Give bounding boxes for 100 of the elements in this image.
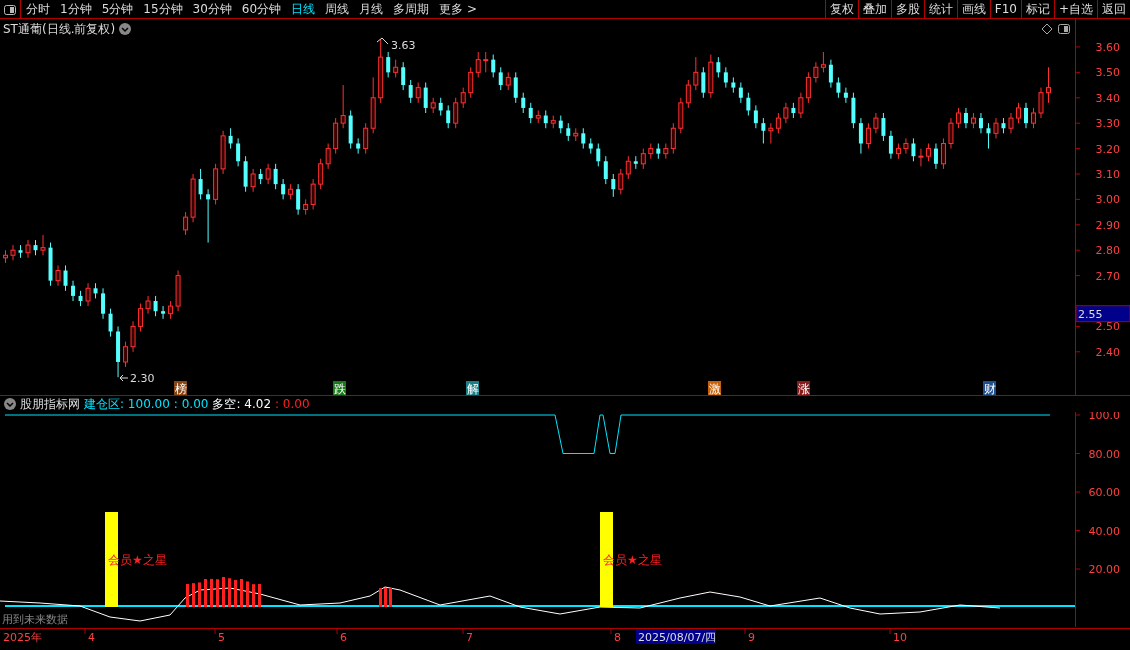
period-tab[interactable]: 多周期 [388,0,435,18]
date-label: 8 [614,631,621,644]
event-marker[interactable]: 涨 [797,381,810,395]
candlestick [865,122,871,150]
candlestick [325,142,331,170]
candlestick [828,59,833,89]
candlestick [25,239,31,259]
axis-label: 3.30 [1095,117,1120,131]
candlestick [798,92,804,119]
candlestick [963,107,968,129]
toolbar-button[interactable]: 统计 [923,0,957,18]
period-tab[interactable]: 5分钟 [96,0,139,18]
panel-toggle-icon[interactable] [4,4,16,15]
candlestick [468,66,474,99]
period-tab[interactable]: 1分钟 [55,0,97,18]
candlestick [768,122,774,144]
event-marker[interactable]: 解 [466,381,479,395]
candlestick [625,155,631,180]
candlestick [640,148,646,170]
candlestick [108,308,113,338]
candlestick [423,82,428,114]
candlestick [596,142,601,167]
axis-label: 40.00 [1088,524,1120,538]
candlestick [85,282,91,307]
period-tab[interactable]: 30分钟 [187,0,237,18]
candlestick [1030,107,1036,129]
candlestick [978,112,983,134]
date-label: 7 [466,631,473,644]
candlestick [101,287,106,320]
candlestick [940,137,946,170]
candlestick [881,112,886,142]
toolbar-button[interactable]: 标记 [1020,0,1054,18]
axis-label: 3.60 [1095,40,1120,54]
cursor-date-tag: 2025/08/07/四 [636,629,717,644]
axis-label: 60.00 [1088,486,1120,499]
event-marker[interactable]: 激 [708,381,721,395]
candlestick [363,122,369,155]
event-marker[interactable]: 财 [983,381,996,395]
candlestick [813,61,819,84]
chart-title: ST通葡(日线.前复权) [3,22,116,36]
toolbar-button[interactable]: 画线 [956,0,990,18]
event-marker[interactable]: 跌 [333,381,346,395]
toolbar-button[interactable]: 叠加 [857,0,891,18]
period-tab[interactable]: 月线 [354,0,389,18]
dropdown-icon[interactable] [4,398,16,410]
date-label: 5 [218,631,225,644]
candlestick [475,51,481,78]
candlestick [483,51,489,73]
candlestick [955,107,961,129]
indicator-name: 股朋指标网 [20,395,80,413]
candlestick [783,102,789,124]
candlestick [130,320,136,353]
axis-label: 3.00 [1095,193,1120,207]
candlestick [873,112,879,134]
candlestick [1015,102,1021,124]
axis-label: 3.10 [1095,167,1120,181]
period-tab[interactable]: 周线 [320,0,355,18]
toolbar-button[interactable]: 多股 [890,0,924,18]
candlestick [911,137,916,162]
event-marker[interactable]: 榜 [174,381,187,395]
candlestick [161,305,166,320]
period-tab[interactable]: 日线 [286,0,321,18]
candlestick [123,341,129,368]
period-tab[interactable]: 分时 [21,0,55,18]
candlestick [250,168,256,193]
period-tab[interactable]: 更多 > [434,0,482,18]
period-tab[interactable]: 15分钟 [138,0,188,18]
candlestick [948,117,954,150]
toolbar-button[interactable]: 返回 [1097,0,1130,18]
period-tab[interactable]: 60分钟 [236,0,287,18]
candlestick [805,71,811,104]
candlestick [820,51,826,73]
candlestick [603,155,608,185]
candlestick [918,148,924,167]
candlestick [401,61,406,91]
candlestick [528,102,533,124]
candlestick [670,122,676,155]
candlestick [903,137,909,155]
candlestick [310,178,316,211]
candlestick [273,163,278,190]
candlestick [340,84,346,129]
candlestick [1038,87,1044,119]
candlestick [716,56,721,78]
candlestick [415,82,421,104]
toolbar-button[interactable]: 复权 [824,0,858,18]
toolbar-button[interactable]: +自选 [1053,0,1097,18]
candlestick [775,112,781,134]
date-label: 9 [748,631,755,644]
panel-toggle-icon[interactable] [1058,24,1070,34]
candlestick [446,104,451,129]
dropdown-icon[interactable] [119,23,131,35]
candlestick [153,295,158,317]
candlestick [1046,66,1051,104]
candlestick [693,56,699,91]
date-label: 4 [88,631,95,644]
candlestick [138,303,144,332]
toolbar-button[interactable]: F10 [989,0,1021,18]
axis-label: 80.00 [1088,447,1120,461]
axis-label: 2.90 [1095,218,1120,232]
diamond-icon[interactable] [1041,23,1053,35]
